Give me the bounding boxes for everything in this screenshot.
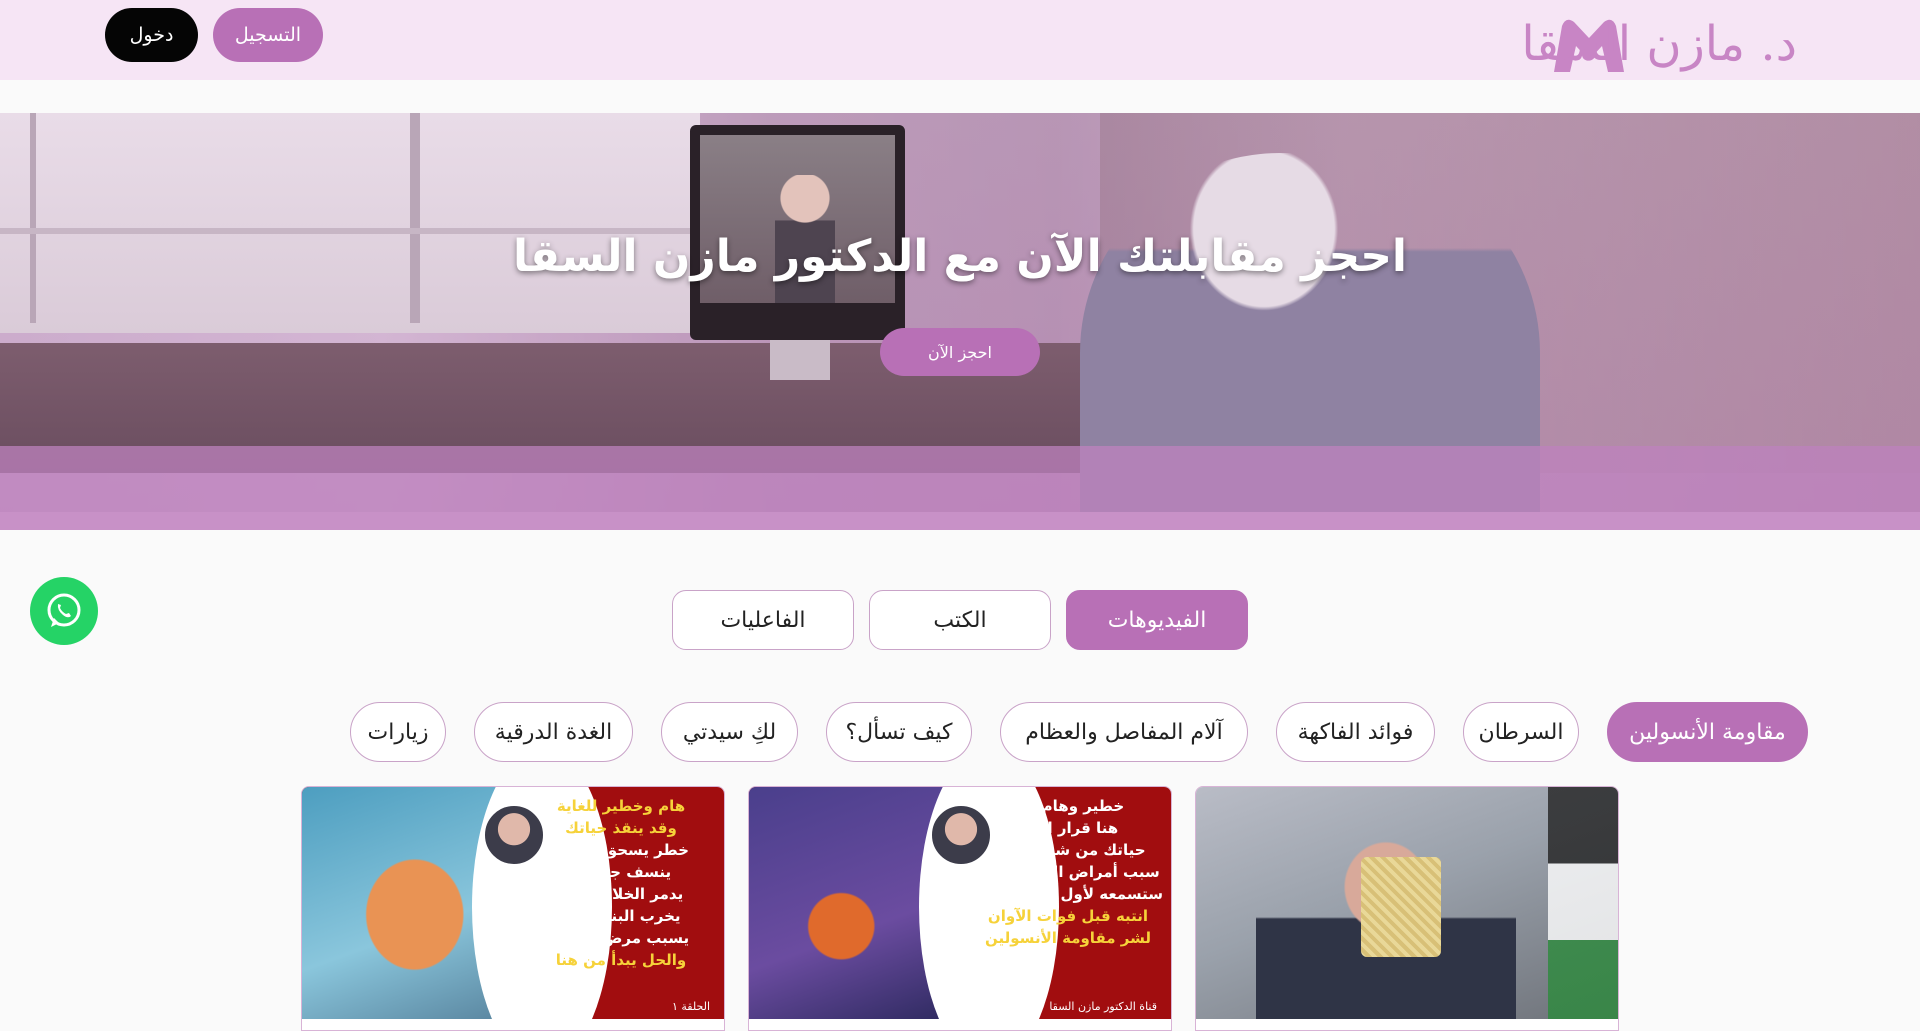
flag-image	[1548, 787, 1618, 1019]
hero-overlay-band	[0, 446, 1920, 512]
video-card[interactable]	[1195, 786, 1619, 1031]
whatsapp-button[interactable]	[30, 577, 98, 645]
tab-books[interactable]: الكتب	[869, 590, 1051, 650]
tab-videos[interactable]: الفيديوهات	[1066, 590, 1248, 650]
video-thumbnail[interactable]: خطير وهام جدا هنا قرار انقاذ حياتك من شر…	[749, 787, 1171, 1019]
login-button[interactable]: دخول	[105, 8, 198, 62]
category-fruit-benefits[interactable]: فوائد الفاكهة	[1276, 702, 1435, 762]
site-logo[interactable]: د. مازن السقا	[1521, 12, 1797, 76]
thumbnail-caption: هام وخطير للغاية وقد ينقذ حياتك خطر يسحق…	[552, 797, 690, 969]
hero-monitor-stand	[770, 340, 830, 380]
hero-title: احجز مقابلتك الآن مع الدكتور مازن السقا	[512, 231, 1408, 282]
category-joint-bone-pain[interactable]: آلام المفاصل والعظام	[1000, 702, 1248, 762]
hero-bottom-strip	[0, 512, 1920, 530]
category-cancer[interactable]: السرطان	[1463, 702, 1579, 762]
tab-events[interactable]: الفاعليات	[672, 590, 854, 650]
hero-background-window	[0, 113, 700, 333]
hero-banner: احجز مقابلتك الآن مع الدكتور مازن السقا …	[0, 113, 1920, 530]
book-now-button[interactable]: احجز الآن	[880, 328, 1040, 376]
video-thumbnail[interactable]	[1196, 787, 1618, 1019]
category-for-women[interactable]: لكِ سيدتي	[661, 702, 798, 762]
register-button[interactable]: التسجيل	[213, 8, 323, 62]
noodles-image	[1361, 857, 1441, 957]
thumbnail-footer: الحلقة ١	[671, 1000, 710, 1013]
video-card[interactable]: هام وخطير للغاية وقد ينقذ حياتك خطر يسحق…	[301, 786, 725, 1031]
thumbnail-caption: خطير وهام جدا هنا قرار انقاذ حياتك من شر…	[950, 797, 1163, 947]
logo-text: د. مازن السقا	[1521, 16, 1797, 72]
category-insulin-resistance[interactable]: مقاومة الأنسولين	[1607, 702, 1808, 762]
category-thyroid[interactable]: الغدة الدرقية	[474, 702, 633, 762]
video-card[interactable]: خطير وهام جدا هنا قرار انقاذ حياتك من شر…	[748, 786, 1172, 1031]
top-header: د. مازن السقا التسجيل دخول	[0, 0, 1920, 80]
video-thumbnail[interactable]: هام وخطير للغاية وقد ينقذ حياتك خطر يسحق…	[302, 787, 724, 1019]
thumbnail-footer: قناة الدكتور مازن السقا	[1049, 1000, 1157, 1013]
category-visits[interactable]: زيارات	[350, 702, 446, 762]
whatsapp-icon	[47, 593, 81, 627]
category-how-to-ask[interactable]: كيف تسأل؟	[826, 702, 972, 762]
